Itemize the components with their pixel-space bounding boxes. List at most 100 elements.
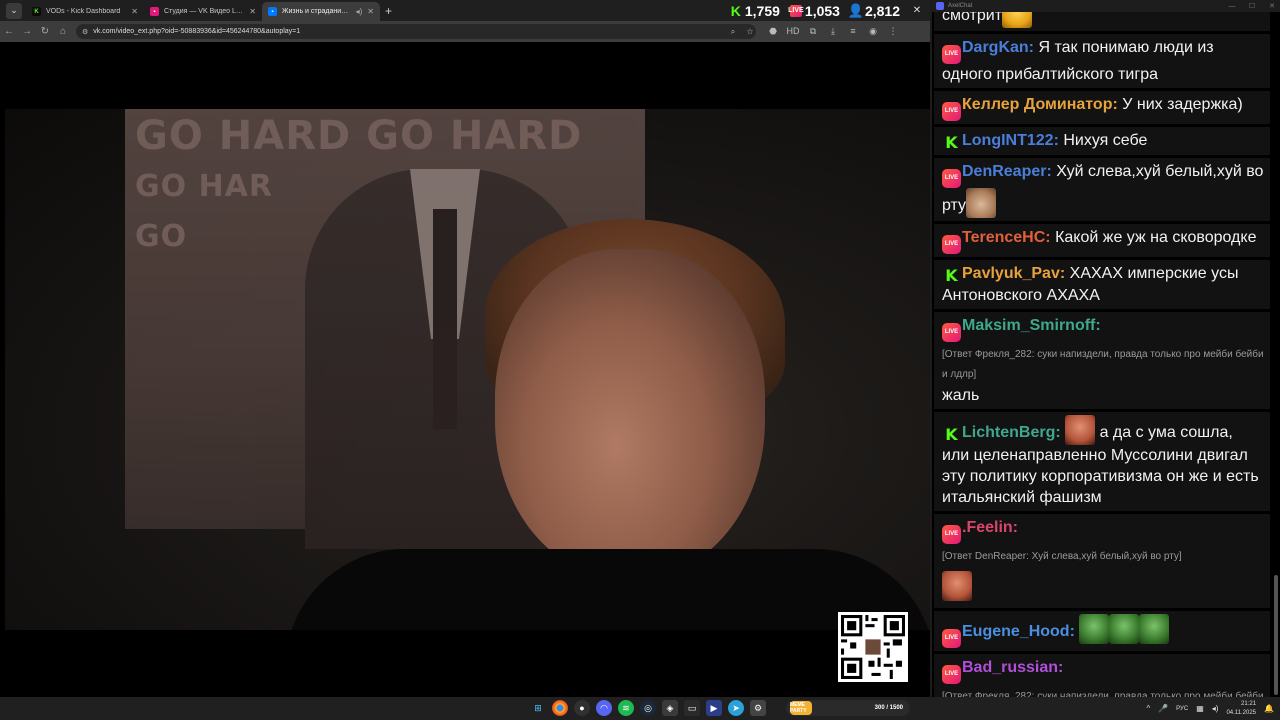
chat-message-text: У них задержка) bbox=[1122, 96, 1243, 113]
chat-message[interactable]: LIVE Bad_russian: [Ответ Фрекля_282: суки… bbox=[934, 654, 1270, 697]
tab-search-button[interactable]: ⌄ bbox=[6, 2, 22, 19]
chat-message[interactable]: LIVE .Feelin: [Ответ DenReaper: Хуй слева… bbox=[934, 514, 1270, 608]
site-info-icon[interactable]: ⚙ bbox=[82, 28, 88, 36]
tab-title: Студия — VK Видео Live bbox=[164, 8, 245, 15]
kick-logo-icon: K bbox=[730, 2, 741, 19]
chat-nickname[interactable]: Келлер Доминатор: bbox=[962, 96, 1118, 113]
chat-nickname[interactable]: Maksim_Smirnoff: bbox=[962, 317, 1101, 334]
vk-live-platform-icon: LIVE bbox=[942, 629, 961, 648]
tab-kick-vods[interactable]: K VODs - Kick Dashboard ✕ bbox=[26, 2, 144, 21]
obs-icon[interactable]: ● bbox=[574, 700, 590, 716]
vk-live-icon: LIVE bbox=[788, 4, 804, 17]
chat-message-text: смотрит bbox=[942, 12, 1003, 24]
download-icon[interactable]: ⤓ bbox=[826, 26, 840, 37]
extension-hd-icon[interactable]: HD bbox=[786, 26, 800, 37]
meme-party-widget[interactable]: MEME PARTY 300 / 1500 bbox=[786, 700, 910, 716]
chat-nickname[interactable]: .Feelin: bbox=[962, 519, 1018, 536]
tab-close-icon[interactable]: ✕ bbox=[249, 7, 256, 16]
home-icon[interactable]: ⌂ bbox=[54, 26, 72, 37]
chat-message[interactable]: K Pavlyuk_Pav: ХАХАХ имперские усы Антоно… bbox=[934, 260, 1270, 309]
settings-gear-icon[interactable]: ⚙ bbox=[750, 700, 766, 716]
chat-nickname[interactable]: DenReaper: bbox=[962, 163, 1052, 180]
chat-nickname[interactable]: Pavlyuk_Pav: bbox=[962, 265, 1065, 282]
chat-message[interactable]: смотрит bbox=[934, 12, 1270, 31]
chat-message[interactable]: LIVE Maksim_Smirnoff: [Ответ Фрекля_282: … bbox=[934, 312, 1270, 409]
windows-start-icon[interactable]: ⊞ bbox=[530, 700, 546, 716]
microphone-icon[interactable]: 🎤 bbox=[1158, 704, 1168, 713]
notifications-icon[interactable]: 🔔 bbox=[1264, 704, 1274, 713]
clock-time: 21:21 bbox=[1241, 700, 1257, 707]
app-icon[interactable]: ◈ bbox=[662, 700, 678, 716]
zoom-icon[interactable]: ⌕ bbox=[727, 27, 739, 37]
chrome-icon[interactable] bbox=[552, 700, 568, 716]
menu-kebab-icon[interactable]: ⋮ bbox=[886, 26, 900, 37]
chat-messages[interactable]: смотрит LIVE DargKan: Я так понимаю люди и… bbox=[934, 12, 1272, 697]
kick-platform-icon: K bbox=[945, 133, 958, 152]
volume-icon[interactable]: ◂) bbox=[1212, 704, 1219, 713]
vk-live-platform-icon: LIVE bbox=[942, 665, 961, 684]
network-icon[interactable]: ▦ bbox=[1196, 704, 1204, 713]
clock-date: 04.11.2025 bbox=[1226, 709, 1257, 716]
url-field[interactable]: ⚙ vk.com/video_ext.php?oid=-50883936&id=… bbox=[76, 24, 756, 39]
close-icon[interactable]: ✕ bbox=[1264, 2, 1280, 10]
spotify-icon[interactable]: ≋ bbox=[618, 700, 634, 716]
reload-icon[interactable]: ↻ bbox=[36, 26, 54, 37]
forward-icon[interactable]: → bbox=[18, 26, 36, 37]
profile-icon[interactable]: ◉ bbox=[866, 26, 880, 37]
tab-title: VODs - Kick Dashboard bbox=[46, 8, 121, 15]
tab-close-icon[interactable]: ✕ bbox=[131, 7, 138, 16]
emote-icon bbox=[1109, 614, 1140, 644]
person-icon: 👤 bbox=[847, 2, 865, 18]
new-tab-button[interactable]: + bbox=[385, 4, 392, 18]
meme-party-label: MEME PARTY bbox=[790, 701, 812, 715]
telegram-icon[interactable]: ➤ bbox=[728, 700, 744, 716]
playlist-icon[interactable]: ≡ bbox=[846, 26, 860, 37]
chat-message[interactable]: LIVE TerenceHC: Какой же уж на сковородке bbox=[934, 224, 1270, 257]
reply-quote: [Ответ Фрекля_282: суки напиздели, правд… bbox=[942, 691, 1264, 697]
minimize-icon[interactable]: — bbox=[1224, 3, 1240, 10]
extensions-puzzle-icon[interactable]: ⧉ bbox=[806, 26, 820, 37]
input-language[interactable]: РУС bbox=[1176, 706, 1188, 712]
chat-message[interactable]: K LichtenBerg: а да с ума сошла, или целе… bbox=[934, 412, 1270, 511]
chevron-up-icon[interactable]: ^ bbox=[1146, 704, 1150, 713]
chat-message[interactable]: LIVE Келлер Доминатор: У них задержка) bbox=[934, 91, 1270, 124]
bookmark-star-icon[interactable]: ☆ bbox=[744, 27, 756, 36]
extension-icon[interactable]: ⬣ bbox=[766, 26, 780, 37]
chat-message[interactable]: K LongINT122: Нихуя себе bbox=[934, 127, 1270, 155]
speaker-icon[interactable]: ◂) bbox=[356, 7, 363, 16]
media-player-icon[interactable]: ▶ bbox=[706, 700, 722, 716]
emote-icon bbox=[1139, 614, 1170, 644]
chat-nickname[interactable]: Bad_russian: bbox=[962, 659, 1063, 676]
steam-icon[interactable]: ◎ bbox=[640, 700, 656, 716]
viewer-stats: K 1,759 LIVE 1,053 👤 2,812 ✕ bbox=[730, 0, 924, 21]
video-subject-shirt bbox=[285, 549, 930, 630]
back-icon[interactable]: ← bbox=[0, 26, 18, 37]
clock[interactable]: 21:21 04.11.2025 bbox=[1226, 700, 1256, 718]
chat-nickname[interactable]: TerenceHC: bbox=[962, 229, 1051, 246]
tab-vk-studio[interactable]: ▪ Студия — VK Видео Live ✕ bbox=[144, 2, 262, 21]
chat-message[interactable]: LIVE DenReaper: Хуй слева,хуй белый,хуй в… bbox=[934, 158, 1270, 221]
kick-platform-icon: K bbox=[945, 425, 958, 444]
chat-nickname[interactable]: DargKan: bbox=[962, 39, 1034, 56]
video-player[interactable]: GO HARD GO HARD GO HAR GO bbox=[5, 109, 930, 630]
discord-icon[interactable]: ◠ bbox=[596, 700, 612, 716]
taskbar-apps: ⊞ ● ◠ ≋ ◎ ◈ ▭ ▶ ➤ ⚙ bbox=[530, 700, 766, 716]
chat-nickname[interactable]: LongINT122: bbox=[962, 132, 1059, 149]
tab-bar: ⌄ K VODs - Kick Dashboard ✕ ▪ Студия — V… bbox=[0, 0, 930, 21]
tab-close-icon[interactable]: ✕ bbox=[367, 7, 374, 16]
maximize-icon[interactable]: ☐ bbox=[1244, 2, 1260, 10]
system-tray: ^ 🎤 РУС ▦ ◂) 21:21 04.11.2025 🔔 bbox=[1146, 697, 1274, 720]
chat-scrollbar[interactable] bbox=[1274, 575, 1278, 695]
chat-message-text: Нихуя себе bbox=[1063, 132, 1148, 149]
chat-message[interactable]: LIVE DargKan: Я так понимаю люди из одног… bbox=[934, 34, 1270, 88]
meme-party-progress: 300 / 1500 bbox=[874, 705, 903, 711]
chat-message[interactable]: LIVE Eugene_Hood: bbox=[934, 611, 1270, 651]
close-window-icon[interactable]: ✕ bbox=[910, 5, 924, 16]
vk-favicon-icon: ▪ bbox=[268, 7, 277, 16]
url-text[interactable]: vk.com/video_ext.php?oid=-50883936&id=45… bbox=[93, 28, 722, 35]
chat-nickname[interactable]: Eugene_Hood: bbox=[962, 623, 1075, 640]
terminal-icon[interactable]: ▭ bbox=[684, 700, 700, 716]
vk-live-platform-icon: LIVE bbox=[942, 169, 961, 188]
chat-nickname[interactable]: LichtenBerg: bbox=[962, 424, 1061, 441]
tab-vk-video[interactable]: ▪ Жизнь и страдания Рома… ◂) ✕ bbox=[262, 2, 380, 21]
